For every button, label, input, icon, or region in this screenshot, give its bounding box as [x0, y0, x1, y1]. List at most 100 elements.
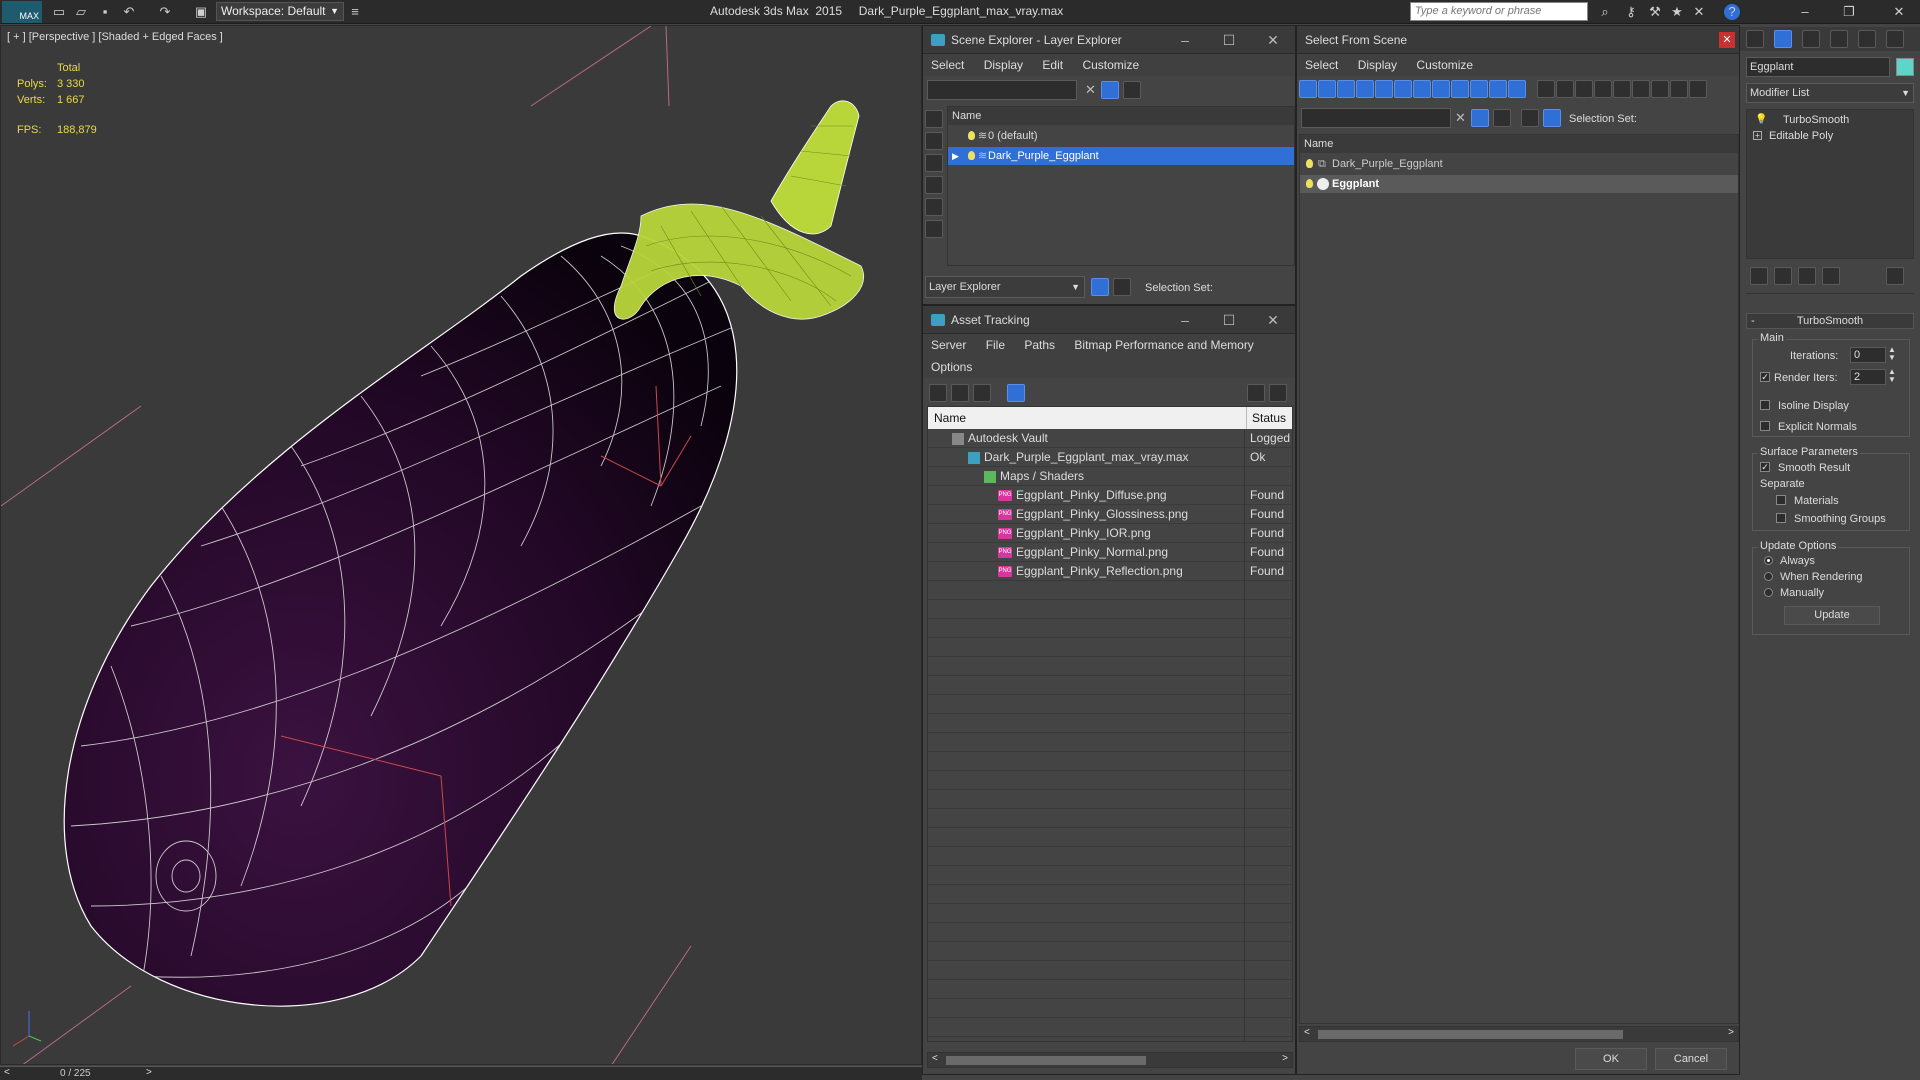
time-slider[interactable]: < 0 / 225 > [0, 1066, 922, 1080]
tab-utilities-icon[interactable] [1886, 30, 1904, 48]
minimize-icon[interactable]: – [1796, 3, 1814, 21]
tab-hierarchy-icon[interactable] [1802, 30, 1820, 48]
asset-row[interactable]: PNG Eggplant_Pinky_IOR.png Found [928, 524, 1292, 543]
tab-modify-icon[interactable] [1774, 30, 1792, 48]
close-icon[interactable]: ✕ [1719, 32, 1735, 48]
display-shapes-icon[interactable] [925, 132, 943, 150]
asset-row[interactable]: PNG Eggplant_Pinky_Diffuse.png Found [928, 486, 1292, 505]
hierarchy-icon[interactable] [1543, 109, 1561, 127]
filter-groups-icon[interactable] [1413, 80, 1431, 98]
asset-row[interactable]: Dark_Purple_Eggplant_max_vray.max Ok [928, 448, 1292, 467]
stack-item-editable-poly[interactable]: + Editable Poly [1747, 128, 1913, 144]
display-spacewarps-icon[interactable] [925, 220, 943, 238]
asset-hscrollbar[interactable]: < > [927, 1052, 1293, 1068]
cancel-button[interactable]: Cancel [1655, 1048, 1727, 1070]
bulb-icon[interactable] [1306, 159, 1313, 168]
menu-edit[interactable]: Edit [1042, 58, 1063, 72]
filter-cameras-icon[interactable] [1356, 80, 1374, 98]
table-view-icon[interactable] [1007, 384, 1025, 402]
asset-row[interactable]: Maps / Shaders [928, 467, 1292, 486]
remove-modifier-icon[interactable] [1822, 267, 1840, 285]
filter-invert-icon[interactable] [1575, 80, 1593, 98]
menu-select[interactable]: Select [931, 58, 964, 72]
show-end-result-icon[interactable] [1774, 267, 1792, 285]
filter-all-icon[interactable] [1537, 80, 1555, 98]
object-list-header[interactable]: Name [1300, 135, 1738, 153]
layer-tools-icon[interactable] [1493, 109, 1511, 127]
hierarchy-view-icon[interactable] [1113, 278, 1131, 296]
object-name-field[interactable]: Eggplant [1746, 57, 1890, 77]
thumbnail-view-icon[interactable] [973, 384, 991, 402]
layer-row-eggplant[interactable]: ▶ ≋ Dark_Purple_Eggplant [948, 147, 1294, 165]
asset-row[interactable]: PNG Eggplant_Pinky_Glossiness.png Found [928, 505, 1292, 524]
filter-helpers-icon[interactable] [1375, 80, 1393, 98]
bulb-icon[interactable] [1306, 179, 1313, 188]
turbosmooth-rollout-header[interactable]: - TurboSmooth [1746, 313, 1914, 329]
workspace-dropdown[interactable]: Workspace: Default ▼ [216, 2, 344, 21]
spinner-arrows-icon[interactable]: ▲ ▼ [1888, 368, 1896, 384]
list-view-icon[interactable] [951, 384, 969, 402]
display-lights-icon[interactable] [925, 154, 943, 172]
filter-sync-icon[interactable] [1594, 80, 1612, 98]
filter-spacewarps-icon[interactable] [1394, 80, 1412, 98]
favorites-star-icon[interactable]: ★ [1668, 3, 1686, 21]
display-cameras-icon[interactable] [925, 176, 943, 194]
object-row-dark-purple-eggplant[interactable]: ⧉ Dark_Purple_Eggplant [1300, 155, 1738, 173]
new-file-icon[interactable]: ▭ [50, 3, 68, 21]
menu-customize[interactable]: Customize [1416, 58, 1473, 72]
filter-columns-icon[interactable] [1613, 80, 1631, 98]
close-icon[interactable]: ✕ [1251, 306, 1295, 334]
pin-stack-icon[interactable] [1750, 267, 1768, 285]
menu-options[interactable]: Options [931, 360, 972, 374]
scene-explorer-find-input[interactable] [927, 80, 1077, 100]
filter-containers-icon[interactable] [1470, 80, 1488, 98]
restore-icon[interactable]: ❐ [1840, 3, 1858, 21]
clear-search-icon[interactable]: ✕ [1455, 110, 1466, 126]
filter-bones-icon[interactable] [1451, 80, 1469, 98]
iterations-spinner[interactable]: 0 [1850, 347, 1886, 363]
spinner-arrows-icon[interactable]: ▲ ▼ [1888, 346, 1896, 362]
render-iters-checkbox[interactable]: ✓ [1760, 372, 1770, 382]
filter-filter-a-icon[interactable] [1632, 80, 1650, 98]
object-hscrollbar[interactable]: < > [1299, 1026, 1739, 1042]
communication-icon[interactable]: ⚒ [1646, 3, 1664, 21]
tab-motion-icon[interactable] [1830, 30, 1848, 48]
workspace-menu-icon[interactable]: ≡ [346, 3, 364, 21]
filter-filter-b-icon[interactable] [1651, 80, 1669, 98]
layer-tools-icon[interactable] [1123, 81, 1141, 99]
bulb-icon[interactable] [968, 131, 975, 140]
asset-row[interactable]: PNG Eggplant_Pinky_Normal.png Found [928, 543, 1292, 562]
layer-row-default[interactable]: ≋ 0 (default) [948, 127, 1294, 145]
close-icon[interactable]: ✕ [1251, 26, 1295, 54]
clear-search-icon[interactable]: ✕ [1085, 82, 1096, 98]
modifier-list-dropdown[interactable]: Modifier List ▼ [1746, 83, 1914, 103]
select-from-scene-titlebar[interactable]: Select From Scene ✕ [1297, 26, 1739, 54]
make-unique-icon[interactable] [1798, 267, 1816, 285]
explicit-normals-checkbox[interactable] [1760, 421, 1770, 431]
key-icon[interactable]: ⚷ [1622, 3, 1640, 21]
prev-frame-icon[interactable]: < [4, 1067, 10, 1078]
scene-explorer-titlebar[interactable]: Scene Explorer - Layer Explorer – ☐ ✕ [923, 26, 1295, 54]
filter-filter-c-icon[interactable] [1670, 80, 1688, 98]
menu-display[interactable]: Display [1358, 58, 1397, 72]
project-folder-icon[interactable]: ▣ [192, 3, 210, 21]
layer-view-icon[interactable] [1091, 278, 1109, 296]
display-geometry-icon[interactable] [925, 110, 943, 128]
scroll-left-icon[interactable]: < [932, 1053, 938, 1064]
exchange-icon[interactable]: ✕ [1690, 3, 1708, 21]
bulb-icon[interactable] [968, 151, 975, 160]
scroll-thumb[interactable] [946, 1056, 1146, 1065]
asset-tracking-titlebar[interactable]: Asset Tracking – ☐ ✕ [923, 306, 1295, 334]
app-logo[interactable]: MAX [2, 1, 42, 23]
select-find-input[interactable] [1301, 108, 1451, 128]
filter-geometry-icon[interactable] [1299, 80, 1317, 98]
redo-icon[interactable]: ↷ [156, 3, 174, 21]
filter-shapes-icon[interactable] [1318, 80, 1336, 98]
object-color-swatch[interactable] [1896, 58, 1914, 76]
perspective-viewport[interactable]: [ + ] [Perspective ] [Shaded + Edged Fac… [0, 25, 922, 1065]
filter-frozen-icon[interactable] [1489, 80, 1507, 98]
stack-item-turbosmooth[interactable]: 💡 TurboSmooth [1747, 112, 1913, 128]
manually-radio[interactable] [1764, 588, 1773, 597]
refresh-icon[interactable] [929, 384, 947, 402]
col-status-header[interactable]: Status [1246, 407, 1286, 429]
